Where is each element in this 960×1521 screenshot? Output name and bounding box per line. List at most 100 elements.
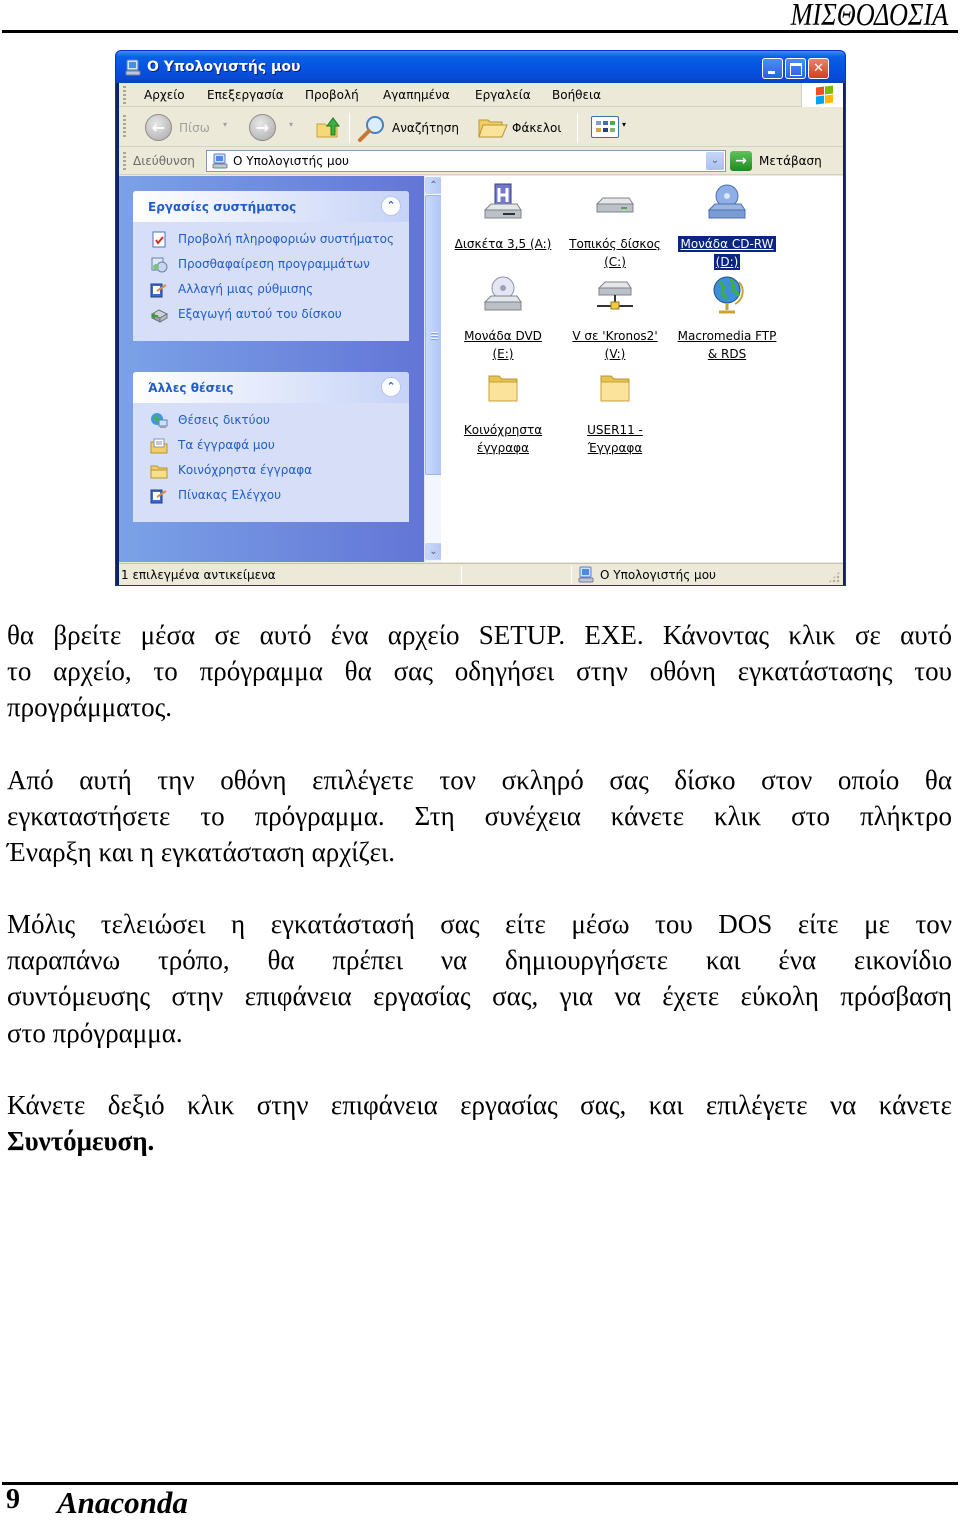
- forward-button[interactable]: →: [249, 114, 276, 141]
- text-line: θα βρείτε μέσα σε αυτό ένα αρχείο SETUP.…: [7, 620, 952, 650]
- menu-help[interactable]: Βοήθεια: [552, 88, 601, 102]
- text-line: Έναρξη και η εγκατάσταση αρχίζει.: [7, 837, 396, 868]
- forward-arrow-icon: →: [255, 118, 270, 137]
- folder-item-user11-documents[interactable]: USER11 - Έγγραφα: [559, 368, 671, 457]
- address-dropdown-button[interactable]: ⌄: [706, 152, 724, 170]
- task-link-label: Εξαγωγή αυτού του δίσκου: [178, 307, 342, 321]
- drive-item-macromedia-ftp[interactable]: Macromedia FTP & RDS: [671, 274, 783, 363]
- forward-dropdown-icon[interactable]: ▾: [289, 120, 293, 129]
- place-link-control-panel[interactable]: Πίνακας Ελέγχου: [148, 487, 409, 504]
- folder-label: USER11 -: [587, 423, 643, 437]
- up-folder-icon[interactable]: [315, 115, 341, 139]
- views-dropdown-icon[interactable]: ▾: [622, 120, 626, 129]
- network-drive-icon: [597, 281, 633, 310]
- taskpane-scrollbar[interactable]: ⌃ ⌄: [424, 176, 442, 562]
- scroll-thumb[interactable]: [425, 195, 442, 475]
- views-icon[interactable]: [591, 116, 619, 138]
- paragraph-setup-exe: θα βρείτε μέσα σε αυτό ένα αρχείο SETUP.…: [7, 617, 952, 726]
- task-link-eject-disk[interactable]: Εξαγωγή αυτού του δίσκου: [148, 306, 409, 323]
- explorer-body: Εργασίες συστήματος ⌃ Προβολή πληροφοριώ…: [119, 176, 843, 562]
- back-label[interactable]: Πίσω: [179, 121, 210, 135]
- drive-item-dvd[interactable]: Μονάδα DVD (E:): [447, 274, 559, 363]
- windows-logo-icon: [801, 83, 843, 107]
- place-link-network-places[interactable]: Θέσεις δικτύου: [148, 412, 409, 428]
- close-button[interactable]: ✕: [808, 58, 829, 79]
- minimize-button[interactable]: [762, 58, 783, 79]
- other-places-header[interactable]: Άλλες θέσεις ⌃: [133, 372, 409, 403]
- menu-favorites[interactable]: Αγαπημένα: [383, 88, 450, 102]
- menu-grip[interactable]: [123, 86, 126, 104]
- address-input[interactable]: Ο Υπολογιστής μου ⌄: [206, 150, 726, 172]
- task-link-label: Προβολή πληροφοριών συστήματος: [178, 232, 395, 246]
- menu-view[interactable]: Προβολή: [305, 88, 359, 102]
- collapse-chevron-icon[interactable]: ⌃: [381, 196, 401, 216]
- menu-tools[interactable]: Εργαλεία: [475, 88, 531, 102]
- status-separator: [571, 566, 572, 584]
- page-header: ΜΙΣΘΟΔΟΣΙΑ: [0, 0, 960, 34]
- drive-item-floppy[interactable]: Δισκέτα 3,5 (A:): [447, 182, 559, 253]
- back-dropdown-icon[interactable]: ▾: [223, 120, 227, 129]
- task-link-add-remove-programs[interactable]: Προσθαφαίρεση προγραμμάτων: [148, 256, 409, 273]
- header-rule: [2, 30, 958, 33]
- place-link-label: Πίνακας Ελέγχου: [178, 488, 282, 502]
- hard-disk-icon: [595, 197, 634, 213]
- folder-item-shared-documents[interactable]: Κοινόχρηστα έγγραφα: [447, 368, 559, 457]
- place-link-label: Τα έγγραφά μου: [178, 438, 275, 452]
- search-label[interactable]: Αναζήτηση: [392, 121, 459, 135]
- system-tasks-title: Εργασίες συστήματος: [148, 200, 297, 214]
- title-bar[interactable]: Ο Υπολογιστής μου ✕: [116, 51, 845, 83]
- resize-grip-icon[interactable]: [828, 571, 840, 583]
- thumb-grip-icon: [431, 332, 438, 340]
- address-value: Ο Υπολογιστής μου: [233, 154, 349, 168]
- address-label: Διεύθυνση: [133, 154, 195, 168]
- drive-item-local-disk[interactable]: Τοπικός δίσκος (C:): [559, 182, 671, 271]
- close-icon: ✕: [813, 61, 824, 76]
- text-line: παραπάνω τρόπο, θα πρέπει να δημιουργήσε…: [7, 945, 952, 976]
- eject-disk-icon: [150, 309, 168, 323]
- cd-drive-icon: [707, 184, 746, 219]
- drive-label: Macromedia FTP: [677, 329, 777, 343]
- toolbar-grip[interactable]: [123, 115, 126, 139]
- task-link-change-setting[interactable]: Αλλαγή μιας ρύθμισης: [148, 281, 409, 298]
- text-line: Από αυτή την οθόνη επιλέγετε τον σκληρό …: [7, 765, 952, 795]
- window-client: Αρχείο Επεξεργασία Προβολή Αγαπημένα Εργ…: [119, 83, 843, 585]
- maximize-button[interactable]: [785, 58, 806, 79]
- menu-edit[interactable]: Επεξεργασία: [207, 88, 284, 102]
- scroll-up-button[interactable]: ⌃: [425, 177, 442, 194]
- task-link-system-info[interactable]: Προβολή πληροφοριών συστήματος: [148, 231, 409, 248]
- control-panel-icon: [150, 489, 167, 504]
- scroll-down-button[interactable]: ⌄: [425, 543, 442, 560]
- address-grip[interactable]: [123, 152, 126, 170]
- back-arrow-icon: ←: [151, 118, 166, 137]
- system-tasks-header[interactable]: Εργασίες συστήματος ⌃: [133, 191, 409, 222]
- standard-toolbar: ← Πίσω ▾ → ▾ Αναζήτηση Φάκελοι ▾: [119, 107, 843, 147]
- window-title: Ο Υπολογιστής μου: [147, 59, 301, 75]
- menu-file[interactable]: Αρχείο: [144, 88, 185, 102]
- folders-label[interactable]: Φάκελοι: [512, 121, 561, 135]
- text-line: προγράμματος.: [7, 692, 173, 723]
- back-button[interactable]: ←: [145, 114, 172, 141]
- go-button[interactable]: Μετάβαση: [759, 154, 822, 168]
- place-link-shared-documents[interactable]: Κοινόχρηστα έγγραφα: [148, 462, 409, 479]
- status-separator: [461, 566, 462, 584]
- drive-item-cd-rw[interactable]: Μονάδα CD-RW (D:): [671, 182, 783, 271]
- add-remove-programs-icon: [151, 257, 168, 273]
- text-line: στο πρόγραμμα.: [7, 1017, 183, 1048]
- place-link-my-documents[interactable]: Τα έγγραφά μου: [148, 437, 409, 454]
- folders-icon[interactable]: [477, 116, 509, 140]
- floppy-drive-icon: [483, 183, 522, 219]
- drive-item-network-v[interactable]: V σε 'Kronos2' (V:): [559, 274, 671, 363]
- drive-label-line2: (C:): [604, 255, 626, 269]
- folder-label-line2: έγγραφα: [476, 441, 530, 455]
- drive-label-line2: (V:): [604, 347, 626, 361]
- paragraph-choose-disk: Από αυτή την οθόνη επιλέγετε τον σκληρό …: [7, 762, 952, 871]
- shortcut-term: Συντόμευση.: [7, 1126, 155, 1157]
- go-arrow-icon[interactable]: →: [730, 151, 752, 171]
- text-line: εγκαταστήσετε το πρόγραμμα. Στη συνέχεια…: [7, 801, 952, 832]
- collapse-chevron-icon[interactable]: ⌃: [381, 377, 401, 397]
- drive-label: Δισκέτα 3,5 (A:): [454, 237, 552, 251]
- my-computer-icon: [578, 566, 594, 583]
- search-icon[interactable]: [357, 114, 387, 142]
- paragraph-create-shortcut: Μόλις τελειώσει η εγκατάστασή σας είτε μ…: [7, 906, 952, 1051]
- text-line: Μόλις τελειώσει η εγκατάστασή σας είτε μ…: [7, 909, 952, 939]
